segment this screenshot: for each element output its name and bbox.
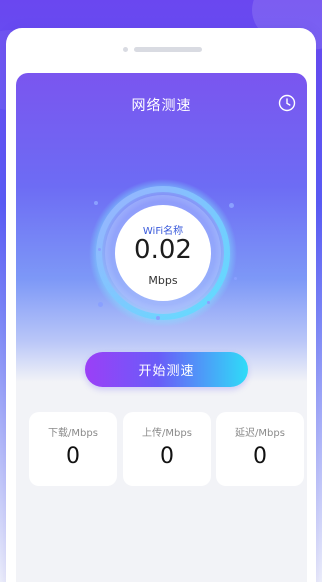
speed-test-screen: 网络测速 WiFi名称 0.02 Mbps 开始测速 下载/Mbps 0 上传/… bbox=[16, 73, 307, 582]
phone-speaker bbox=[134, 47, 202, 52]
download-card: 下载/Mbps 0 bbox=[29, 412, 117, 486]
front-camera bbox=[123, 47, 128, 52]
speed-value: 0.02 bbox=[134, 235, 192, 265]
upload-label: 上传/Mbps bbox=[142, 428, 192, 439]
page-title: 网络测速 bbox=[131, 98, 192, 114]
decorative-dot bbox=[234, 277, 237, 280]
speed-unit: Mbps bbox=[148, 274, 178, 287]
phone-frame: 网络测速 WiFi名称 0.02 Mbps 开始测速 下载/Mbps 0 上传/… bbox=[6, 28, 316, 582]
speed-gauge: WiFi名称 0.02 Mbps bbox=[88, 178, 238, 328]
download-value: 0 bbox=[66, 444, 80, 469]
decorative-dot bbox=[156, 316, 160, 320]
latency-label: 延迟/Mbps bbox=[235, 428, 285, 439]
upload-card: 上传/Mbps 0 bbox=[123, 412, 211, 486]
latency-card: 延迟/Mbps 0 bbox=[216, 412, 304, 486]
decorative-dot bbox=[207, 301, 210, 304]
clock-icon bbox=[278, 94, 296, 112]
download-label: 下载/Mbps bbox=[48, 428, 98, 439]
app-background: 网络测速 WiFi名称 0.02 Mbps 开始测速 下载/Mbps 0 上传/… bbox=[0, 0, 322, 582]
decorative-dot bbox=[94, 201, 98, 205]
latency-value: 0 bbox=[253, 444, 267, 469]
decorative-dot bbox=[98, 248, 101, 251]
start-test-button[interactable]: 开始测速 bbox=[85, 352, 248, 387]
history-button[interactable] bbox=[278, 94, 296, 112]
decorative-dot bbox=[229, 203, 234, 208]
decorative-dot bbox=[98, 302, 103, 307]
stats-row: 下载/Mbps 0 上传/Mbps 0 延迟/Mbps 0 bbox=[29, 412, 305, 486]
upload-value: 0 bbox=[160, 444, 174, 469]
